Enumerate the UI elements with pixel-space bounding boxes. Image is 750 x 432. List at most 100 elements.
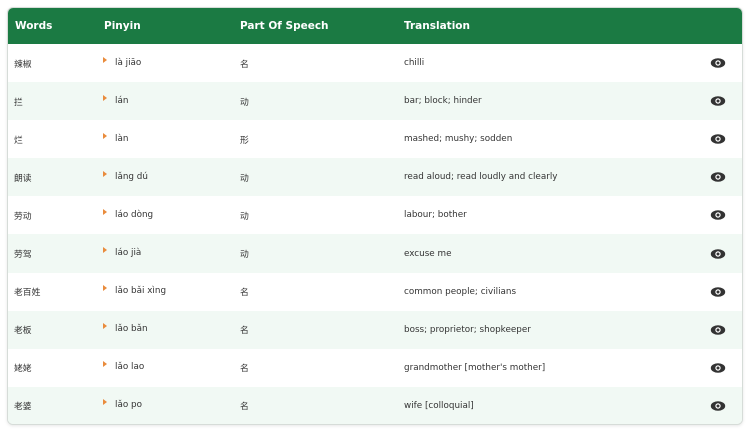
table-body: 辣椒 là jiāo 名 chilli 拦 lán 动 bar; block; … (8, 44, 742, 424)
pinyin-cell: lǎo lao (99, 349, 240, 387)
pinyin-cell: là jiāo (99, 44, 240, 82)
header-part-of-speech: Part Of Speech (240, 20, 329, 32)
part-of-speech-cell: 动 (240, 97, 249, 108)
pinyin-text: lǎo bǎn (115, 324, 148, 335)
pinyin-cell: lǎng dú (99, 158, 240, 196)
pinyin-text: làn (115, 133, 129, 144)
pinyin-text: láo jià (115, 248, 142, 259)
table-row: 劳动 láo dòng 动 labour; bother (8, 196, 742, 235)
pinyin-cell: lǎo po (99, 387, 240, 424)
translation-cell: excuse me (404, 248, 452, 259)
action-cell (694, 82, 742, 120)
vocabulary-table-card: Words Pinyin Part Of Speech Translation … (7, 7, 743, 425)
pinyin-text: láo dòng (115, 209, 154, 220)
pinyin-cell: lán (99, 82, 240, 120)
pinyin-audio[interactable]: lǎng dú (103, 170, 148, 182)
part-of-speech-cell: 形 (240, 135, 249, 146)
translation-cell: mashed; mushy; sodden (404, 134, 513, 145)
header-pinyin: Pinyin (104, 20, 141, 32)
word-cell: 劳驾 (14, 250, 32, 261)
eye-icon[interactable] (710, 400, 726, 412)
eye-icon[interactable] (710, 133, 726, 145)
word-cell: 烂 (14, 135, 23, 146)
pinyin-audio[interactable]: láo jià (103, 247, 142, 259)
play-audio-icon[interactable] (103, 208, 107, 215)
eye-icon[interactable] (710, 95, 726, 107)
play-audio-icon[interactable] (103, 399, 107, 406)
word-cell: 老板 (14, 326, 32, 337)
action-cell (694, 120, 742, 158)
eye-icon[interactable] (710, 324, 726, 336)
translation-cell: wife [colloquial] (404, 400, 474, 411)
pinyin-cell: làn (99, 120, 240, 158)
translation-cell: chilli (404, 58, 425, 69)
pinyin-text: lán (115, 95, 129, 106)
table-row: 辣椒 là jiāo 名 chilli (8, 44, 742, 83)
pinyin-audio[interactable]: lǎo po (103, 399, 142, 410)
action-cell (694, 311, 742, 349)
part-of-speech-cell: 名 (240, 402, 249, 413)
table-row: 朗读 lǎng dú 动 read aloud; read loudly and… (8, 158, 742, 197)
pinyin-text: lǎng dú (115, 171, 148, 182)
eye-icon[interactable] (710, 248, 726, 260)
translation-cell: grandmother [mother's mother] (404, 362, 546, 373)
action-cell (694, 44, 742, 82)
part-of-speech-cell: 名 (240, 364, 249, 375)
play-audio-icon[interactable] (103, 323, 107, 330)
word-cell: 姥姥 (14, 364, 32, 375)
word-cell: 老婆 (14, 402, 32, 413)
pinyin-audio[interactable]: lán (103, 94, 129, 106)
eye-icon[interactable] (710, 171, 726, 183)
word-cell: 老百姓 (14, 288, 41, 299)
table-row: 烂 làn 形 mashed; mushy; sodden (8, 120, 742, 159)
eye-icon[interactable] (710, 362, 726, 374)
header-words: Words (15, 20, 53, 32)
eye-icon[interactable] (710, 57, 726, 69)
play-audio-icon[interactable] (103, 132, 107, 139)
eye-icon[interactable] (710, 286, 726, 298)
pinyin-cell: láo jià (99, 234, 240, 272)
translation-cell: labour; bother (404, 210, 467, 221)
play-audio-icon[interactable] (103, 170, 107, 177)
pinyin-cell: lǎo bǎi xìng (99, 273, 240, 311)
eye-icon[interactable] (710, 209, 726, 221)
action-cell (694, 349, 742, 387)
translation-cell: bar; block; hinder (404, 96, 482, 107)
table-row: 老婆 lǎo po 名 wife [colloquial] (8, 386, 742, 424)
vocabulary-table: Words Pinyin Part Of Speech Translation … (8, 8, 742, 424)
play-audio-icon[interactable] (103, 247, 107, 254)
pinyin-text: lǎo lao (115, 362, 145, 373)
play-audio-icon[interactable] (103, 361, 107, 368)
pinyin-text: lǎo bǎi xìng (115, 286, 167, 297)
table-row: 劳驾 láo jià 动 excuse me (8, 234, 742, 273)
part-of-speech-cell: 动 (240, 211, 249, 222)
part-of-speech-cell: 动 (240, 173, 249, 184)
pinyin-text: là jiāo (115, 57, 142, 68)
play-audio-icon[interactable] (103, 285, 107, 292)
translation-cell: common people; civilians (404, 286, 517, 297)
action-cell (694, 387, 742, 424)
translation-cell: boss; proprietor; shopkeeper (404, 324, 531, 335)
header-actions (694, 8, 742, 44)
action-cell (694, 158, 742, 196)
pinyin-audio[interactable]: là jiāo (103, 56, 142, 68)
play-audio-icon[interactable] (103, 94, 107, 101)
action-cell (694, 234, 742, 272)
table-row: 老百姓 lǎo bǎi xìng 名 common people; civili… (8, 272, 742, 311)
word-cell: 朗读 (14, 173, 32, 184)
play-audio-icon[interactable] (103, 56, 107, 63)
header-row: Words Pinyin Part Of Speech Translation (8, 8, 742, 44)
pinyin-cell: láo dòng (99, 196, 240, 234)
pinyin-audio[interactable]: lǎo bǎn (103, 323, 148, 335)
action-cell (694, 273, 742, 311)
translation-cell: read aloud; read loudly and clearly (404, 172, 558, 183)
table-row: 姥姥 lǎo lao 名 grandmother [mother's mothe… (8, 348, 742, 387)
pinyin-audio[interactable]: lǎo lao (103, 361, 145, 373)
header-translation: Translation (404, 20, 470, 32)
word-cell: 劳动 (14, 211, 32, 222)
table-header: Words Pinyin Part Of Speech Translation (8, 8, 742, 44)
pinyin-audio[interactable]: làn (103, 132, 129, 144)
pinyin-audio[interactable]: láo dòng (103, 208, 154, 220)
table-row: 老板 lǎo bǎn 名 boss; proprietor; shopkeepe… (8, 310, 742, 349)
pinyin-audio[interactable]: lǎo bǎi xìng (103, 285, 167, 297)
